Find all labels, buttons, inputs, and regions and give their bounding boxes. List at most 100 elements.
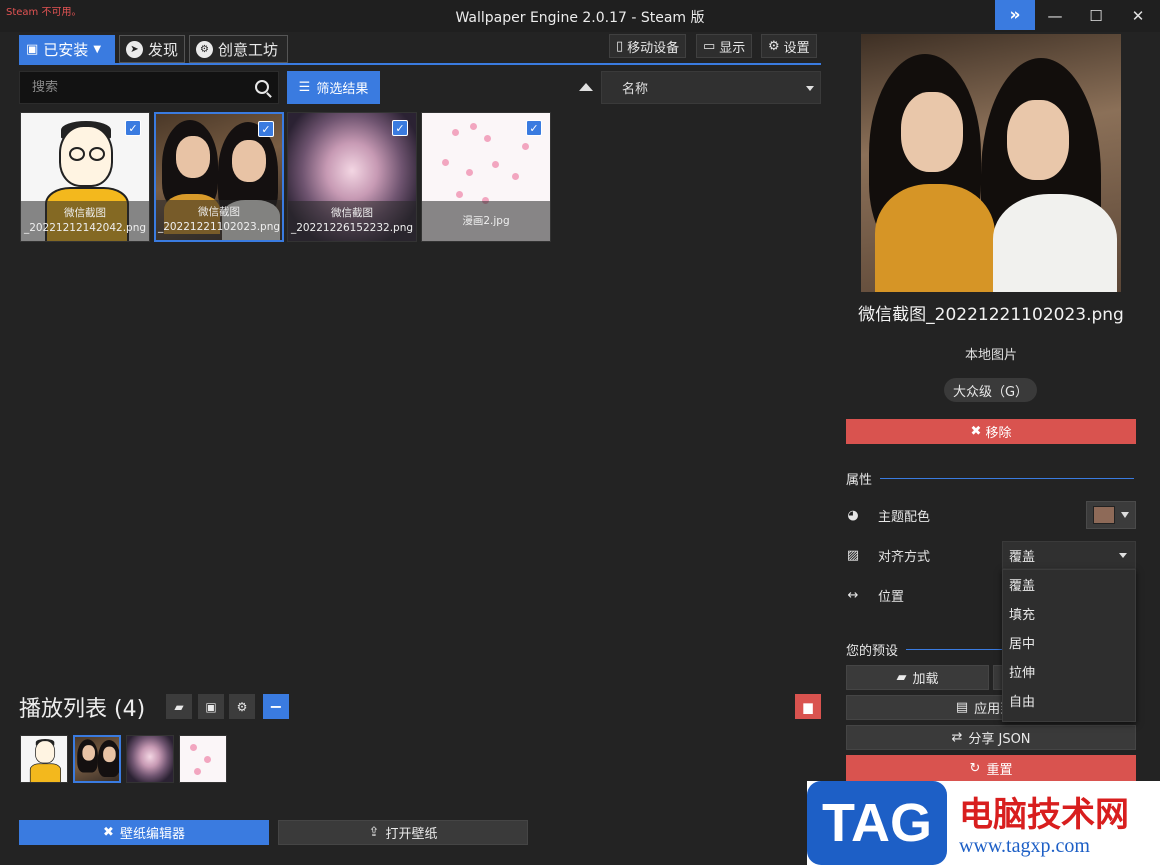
wallpaper-name-1b: _20221212142042.png	[23, 222, 147, 234]
tab-workshop[interactable]: ⚙ 创意工坊	[189, 35, 288, 63]
checkbox-icon[interactable]: ✓	[258, 121, 274, 137]
title-bar: Steam 不可用。 Wallpaper Engine 2.0.17 - Ste…	[0, 0, 1160, 32]
list-icon: ▤	[955, 700, 969, 715]
color-swatch	[1093, 506, 1115, 524]
wallpaper-name-3b: _20221226152232.png	[290, 222, 414, 234]
theme-color-label: 主题配色	[878, 509, 931, 525]
mobile-devices-button[interactable]: ▯ 移动设备	[609, 34, 687, 58]
playlist-item[interactable]	[73, 735, 121, 783]
caret-down-icon	[1121, 512, 1129, 518]
share-json-button[interactable]: ⇄ 分享 JSON	[846, 725, 1136, 750]
alignment-option[interactable]: 覆盖	[1003, 570, 1135, 599]
sort-select[interactable]: 名称	[601, 71, 821, 104]
upload-icon: ⇪	[368, 825, 380, 840]
alignment-option[interactable]: 居中	[1003, 628, 1135, 657]
gear-icon: ⚙	[768, 38, 780, 54]
watermark-logo: TAG 电脑技术网 www.tagxp.com	[807, 781, 1160, 865]
editor-label: 壁纸编辑器	[119, 827, 185, 842]
load-label: 加载	[912, 672, 939, 687]
open-label: 打开壁纸	[385, 827, 438, 842]
load-preset-button[interactable]: ▰ 加载	[846, 665, 989, 690]
wallpaper-name-4: 漫画2.jpg	[462, 214, 510, 227]
display-button[interactable]: ▭ 显示	[696, 34, 753, 58]
search-input[interactable]	[32, 80, 242, 95]
checkbox-icon[interactable]: ✓	[125, 120, 141, 136]
alignment-dropdown: 覆盖 填充 居中 拉伸 自由	[1002, 569, 1136, 722]
search-icon[interactable]	[255, 80, 269, 94]
mobile-devices-label: 移动设备	[627, 40, 680, 56]
alignment-row: ▨ 对齐方式	[846, 543, 930, 567]
filter-results-button[interactable]: ☰ 筛选结果	[287, 71, 380, 104]
presets-heading-label: 您的预设	[846, 644, 899, 659]
wallpaper-name-2b: _20221221102023.png	[157, 221, 281, 233]
image-icon: ▨	[846, 547, 860, 563]
expand-icon[interactable]: »	[995, 0, 1035, 30]
close-button[interactable]: ✕	[1118, 0, 1158, 32]
wallpaper-editor-button[interactable]: ✖ 壁纸编辑器	[19, 820, 269, 845]
wallpaper-card-4[interactable]: ✓ 漫画2.jpg	[421, 112, 551, 242]
share-label: 分享 JSON	[968, 732, 1031, 747]
steam-icon: ⚙	[196, 40, 213, 58]
wallpaper-card-3[interactable]: ✓ 微信截图 _20221226152232.png	[287, 112, 417, 242]
wallpaper-caption: 微信截图 _20221221102023.png	[156, 200, 282, 240]
playlist-item[interactable]	[126, 735, 174, 783]
playlist-open-button[interactable]: ▰	[166, 694, 192, 719]
palette-icon: ◕	[847, 507, 859, 523]
playlist-settings-button[interactable]: ⚙	[229, 694, 255, 719]
search-box	[19, 71, 279, 104]
display-label: 显示	[719, 40, 746, 56]
refresh-icon: ↻	[969, 761, 981, 776]
tab-discover[interactable]: ➤ 发现	[119, 35, 185, 63]
remove-button[interactable]: ✖ 移除	[846, 419, 1136, 444]
tab-discover-label: 发现	[148, 40, 179, 59]
playlist-remove-button[interactable]: −	[263, 694, 289, 719]
watermark-site-name: 电脑技术网	[959, 795, 1129, 835]
reset-button[interactable]: ↻ 重置	[846, 755, 1136, 782]
reset-label: 重置	[986, 763, 1013, 778]
rating-badge: 大众级（G）	[944, 378, 1037, 402]
alignment-label: 对齐方式	[878, 549, 931, 565]
maximize-button[interactable]: ☐	[1076, 0, 1116, 32]
settings-button[interactable]: ⚙ 设置	[761, 34, 817, 58]
checkbox-icon[interactable]: ✓	[392, 120, 408, 136]
caret-down-icon	[1119, 553, 1127, 558]
alignment-option[interactable]: 填充	[1003, 599, 1135, 628]
chevron-down-icon: ▼	[93, 43, 102, 55]
open-wallpaper-button[interactable]: ⇪ 打开壁纸	[278, 820, 528, 845]
save-icon: ▣	[26, 41, 39, 57]
cogs-icon: ⚙	[236, 699, 248, 714]
sort-selected-label: 名称	[622, 82, 649, 97]
playlist-delete-button[interactable]: ▆	[795, 694, 821, 719]
caret-down-icon	[806, 86, 814, 91]
wallpaper-title: 微信截图_20221221102023.png	[858, 305, 1124, 325]
minus-icon: −	[269, 697, 283, 716]
sort-direction-icon[interactable]	[579, 83, 593, 91]
alignment-select[interactable]: 覆盖	[1002, 541, 1136, 569]
watermark-tag: TAG	[807, 781, 947, 865]
playlist-item[interactable]	[20, 735, 68, 783]
properties-heading: 属性	[846, 469, 1135, 488]
tools-icon: ✖	[103, 825, 114, 840]
playlist-save-button[interactable]: ▣	[198, 694, 224, 719]
wallpaper-card-1[interactable]: ✓ 微信截图 _20221212142042.png	[20, 112, 150, 242]
wallpaper-name-2a: 微信截图	[198, 206, 240, 218]
wallpaper-name-1a: 微信截图	[64, 207, 106, 219]
wallpaper-caption: 微信截图 _20221212142042.png	[21, 201, 149, 241]
minimize-button[interactable]: —	[1035, 0, 1075, 32]
theme-color-picker[interactable]	[1086, 501, 1136, 529]
wallpaper-card-2[interactable]: ✓ 微信截图 _20221221102023.png	[154, 112, 284, 242]
tab-installed[interactable]: ▣ 已安装 ▼	[19, 35, 115, 63]
filter-list-icon: ☰	[298, 80, 311, 95]
close-icon: ✖	[970, 424, 982, 439]
alignment-option[interactable]: 拉伸	[1003, 657, 1135, 686]
alignment-option[interactable]: 自由	[1003, 686, 1135, 715]
wallpaper-preview	[861, 34, 1121, 292]
playlist-item[interactable]	[179, 735, 227, 783]
tab-underline	[19, 63, 821, 65]
compass-icon: ➤	[126, 40, 143, 58]
folder-open-icon: ▰	[896, 670, 907, 685]
position-row: ↔ 位置	[846, 583, 904, 607]
mobile-icon: ▯	[616, 38, 624, 54]
position-label: 位置	[878, 589, 905, 605]
checkbox-icon[interactable]: ✓	[526, 120, 542, 136]
